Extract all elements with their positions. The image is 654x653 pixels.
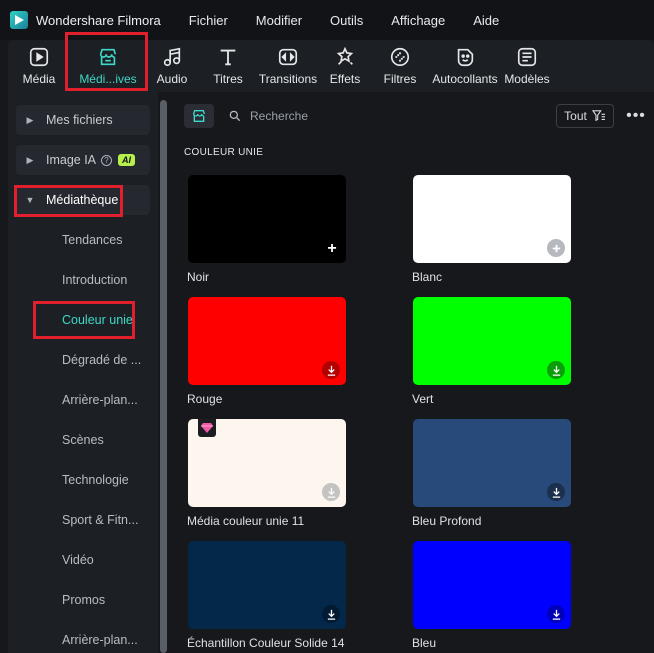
sidebar-item-tendances[interactable]: Tendances [16, 225, 150, 255]
sidebar-item-sport-fitness[interactable]: Sport & Fitn... [16, 505, 150, 535]
sidebar-item-image-ia[interactable]: ▶ Image IA ? AI [16, 145, 150, 175]
filters-icon [390, 47, 410, 67]
sidebar: ▶ Mes fichiers ▶ Image IA ? AI ▼ Médiath… [8, 92, 158, 653]
color-card-bleu-profond[interactable] [413, 419, 571, 507]
text-t-icon [220, 49, 236, 66]
search-input[interactable]: Recherche [228, 104, 428, 128]
sidebar-item-degrade[interactable]: Dégradé de ... [16, 345, 150, 375]
download-icon[interactable] [547, 605, 565, 623]
caret-right-icon: ▶ [26, 114, 34, 125]
card-label: Bleu Profond [412, 514, 482, 528]
color-card-echantillon-14[interactable] [188, 541, 346, 629]
tab-effets[interactable]: Effets [318, 40, 372, 92]
tab-media[interactable]: Média [8, 40, 70, 92]
color-card-vert[interactable] [413, 297, 571, 385]
download-icon[interactable] [547, 361, 565, 379]
card-label: Blanc [412, 270, 443, 284]
tab-transitions[interactable]: Transitions [258, 40, 318, 92]
add-icon[interactable]: + [324, 240, 340, 257]
ai-badge: AI [118, 154, 136, 166]
download-icon[interactable] [322, 361, 340, 379]
menu-aide[interactable]: Aide [473, 13, 499, 28]
music-note-icon [163, 47, 181, 67]
sidebar-item-video[interactable]: Vidéo [16, 545, 150, 575]
add-icon[interactable] [547, 239, 565, 257]
sidebar-scrollbar[interactable] [160, 100, 167, 653]
sidebar-item-technologie[interactable]: Technologie [16, 465, 150, 495]
sticker-icon [457, 48, 474, 67]
premium-gem-icon [198, 419, 216, 437]
color-card-media-11[interactable] [188, 419, 346, 507]
card-label: Média couleur unie 11 [187, 514, 305, 528]
app-title: Wondershare Filmora [36, 12, 161, 28]
caret-right-icon: ▶ [26, 154, 34, 165]
card-label: Échantillon Couleur Solide 14 [187, 636, 345, 650]
tab-audio[interactable]: Audio [146, 40, 198, 92]
download-icon[interactable] [322, 605, 340, 623]
tab-filtres[interactable]: Filtres [372, 40, 428, 92]
tab-modeles[interactable]: Modèles [502, 40, 552, 92]
menu-affichage[interactable]: Affichage [391, 13, 445, 28]
sidebar-item-arriere-plan-2[interactable]: Arrière-plan... [16, 625, 150, 653]
media-icon [29, 47, 49, 67]
sidebar-item-promos[interactable]: Promos [16, 585, 150, 615]
section-title: COULEUR UNIE [184, 147, 264, 158]
sidebar-item-arriere-plan-1[interactable]: Arrière-plan... [16, 385, 150, 415]
tab-autocollants[interactable]: Autocollants [428, 40, 502, 92]
menu-fichier[interactable]: Fichier [189, 13, 228, 28]
filter-button[interactable]: Tout [556, 104, 614, 128]
menu-modifier[interactable]: Modifier [256, 13, 302, 28]
transitions-icon [278, 48, 298, 66]
menu-outils[interactable]: Outils [330, 13, 363, 28]
download-icon[interactable] [547, 483, 565, 501]
color-card-noir[interactable]: + [188, 175, 346, 263]
main-panel: Recherche Tout ••• COULEUR UNIE + Noir B… [170, 92, 654, 653]
tab-titres[interactable]: Titres [198, 40, 258, 92]
store-filter-button[interactable] [184, 104, 214, 128]
card-label: Bleu [412, 636, 437, 650]
highlight-box-couleur-unie [33, 301, 135, 339]
highlight-box-mediatheque [14, 185, 123, 217]
search-icon [229, 110, 241, 122]
menu-bar: Fichier Modifier Outils Affichage Aide [189, 13, 528, 28]
card-label: Noir [187, 270, 210, 284]
sidebar-item-mes-fichiers[interactable]: ▶ Mes fichiers [16, 105, 150, 135]
sidebar-item-scenes[interactable]: Scènes [16, 425, 150, 455]
color-card-bleu[interactable] [413, 541, 571, 629]
help-icon[interactable]: ? [101, 154, 113, 166]
color-card-rouge[interactable] [188, 297, 346, 385]
highlight-box-toolbar [65, 32, 148, 91]
filter-icon [591, 110, 605, 122]
more-options-icon[interactable]: ••• [625, 104, 647, 128]
templates-icon [517, 47, 537, 67]
color-card-blanc[interactable] [413, 175, 571, 263]
download-icon[interactable] [322, 483, 340, 501]
store-icon [193, 110, 205, 122]
effects-icon [336, 46, 354, 65]
card-label: Rouge [187, 392, 223, 406]
sidebar-item-introduction[interactable]: Introduction [16, 265, 150, 295]
filmora-logo-icon [10, 11, 28, 29]
card-label: Vert [412, 392, 434, 406]
